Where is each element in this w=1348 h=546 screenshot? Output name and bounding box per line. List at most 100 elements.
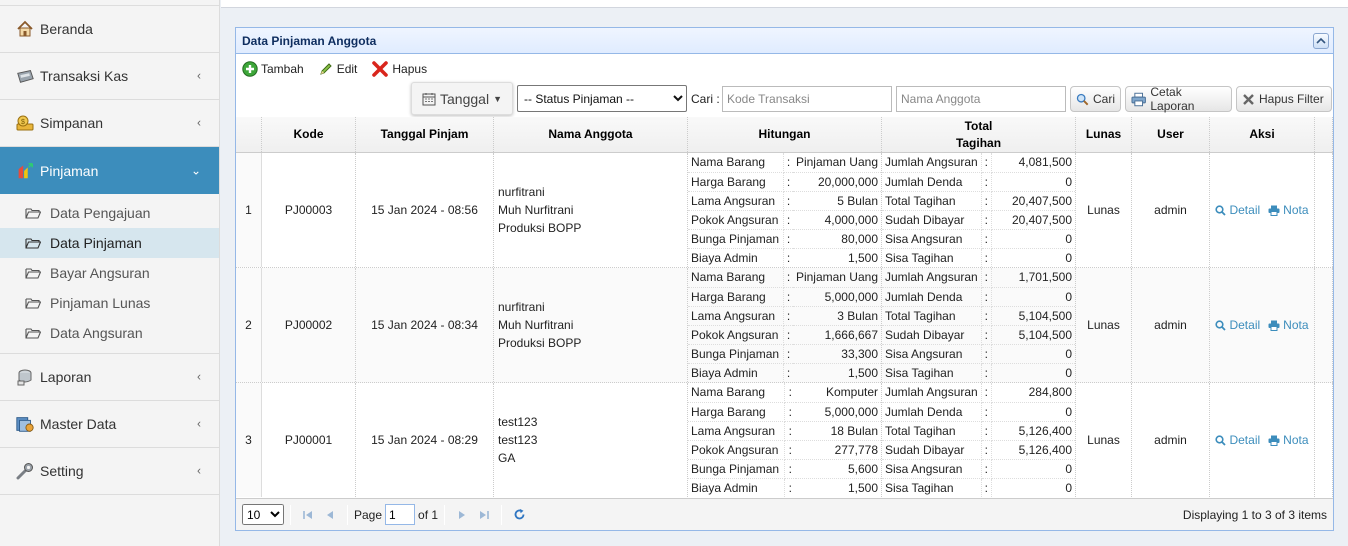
- clear-x-icon: [1243, 93, 1254, 105]
- cetak-laporan-button[interactable]: Cetak Laporan: [1125, 85, 1232, 113]
- subtable-separator: :: [783, 172, 793, 192]
- lunas-cell: Lunas: [1076, 268, 1132, 382]
- sidebar-item-beranda[interactable]: Beranda: [0, 6, 219, 53]
- next-page-icon[interactable]: [451, 504, 473, 526]
- status-pinjaman-select[interactable]: -- Status Pinjaman --: [517, 85, 687, 112]
- chevron-left-icon: ‹: [197, 369, 201, 384]
- subtable-value: 5,126,400: [991, 421, 1075, 441]
- prev-page-icon[interactable]: [319, 504, 341, 526]
- subtable-label: Jumlah Denda: [882, 287, 982, 307]
- last-page-icon[interactable]: [473, 504, 495, 526]
- header-tanggal-pinjam[interactable]: Tanggal Pinjam: [356, 117, 494, 152]
- submenu-item-pinjaman-lunas[interactable]: Pinjaman Lunas: [0, 288, 219, 318]
- tanggal-cell: 15 Jan 2024 - 08:29: [356, 383, 494, 497]
- tagihan-subtable: Jumlah Angsuran:4,081,500 Jumlah Denda:0 T…: [882, 153, 1075, 267]
- header-hitungan[interactable]: Hitungan: [688, 117, 882, 152]
- detail-label: Detail: [1229, 433, 1261, 447]
- tanggal-cell: 15 Jan 2024 - 08:56: [356, 153, 494, 267]
- kode-cell: PJ00002: [262, 268, 356, 382]
- subtable-label: Total Tagihan: [882, 191, 982, 211]
- subtable-label: Biaya Admin: [688, 363, 785, 382]
- hapus-filter-label: Hapus Filter: [1259, 92, 1324, 106]
- submenu-item-data-pinjaman[interactable]: Data Pinjaman: [0, 228, 219, 258]
- subtable-row: Jumlah Denda:0: [882, 172, 1075, 192]
- header-user[interactable]: User: [1132, 117, 1210, 152]
- tagihan-subtable: Jumlah Angsuran:284,800 Jumlah Denda:0 Tot…: [882, 383, 1075, 497]
- submenu-item-label: Data Pinjaman: [50, 235, 142, 251]
- report-icon: [15, 367, 35, 387]
- table-row[interactable]: 2 PJ00002 15 Jan 2024 - 08:34 nurfitrani Muh…: [236, 268, 1333, 383]
- user-cell: admin: [1132, 153, 1210, 267]
- subtable-row: Nama Barang: Komputer: [688, 383, 881, 403]
- sidebar-item-setting[interactable]: Setting ‹: [0, 448, 219, 495]
- nama-line: test123: [498, 433, 538, 447]
- subtable-label: Sudah Dibayar: [882, 440, 982, 460]
- subtable-value: 0: [991, 172, 1075, 192]
- nota-link[interactable]: Nota: [1268, 318, 1309, 332]
- subtable-value: 1,500: [847, 480, 878, 495]
- detail-link[interactable]: Detail: [1215, 433, 1260, 447]
- submenu-item-bayar-angsuran[interactable]: Bayar Angsuran: [0, 258, 219, 288]
- subtable-separator: :: [981, 229, 992, 249]
- nama-line: Muh Nurfitrani: [498, 203, 574, 217]
- subtable-value: 18 Bulan: [796, 421, 881, 441]
- header-nama-anggota[interactable]: Nama Anggota: [494, 117, 688, 152]
- content-header-strip: [221, 0, 1348, 8]
- cari-button[interactable]: Cari: [1070, 86, 1121, 112]
- detail-label: Detail: [1229, 203, 1261, 217]
- submenu-item-data-pengajuan[interactable]: Data Pengajuan: [0, 198, 219, 228]
- hapus-button[interactable]: Hapus: [371, 60, 427, 78]
- pinjaman-table: Kode Tanggal Pinjam Nama Anggota Hitunga…: [236, 117, 1333, 497]
- tambah-button[interactable]: Tambah: [242, 61, 304, 77]
- header-spacer: [1315, 117, 1333, 152]
- folder-open-icon: [25, 328, 41, 339]
- search-icon: [1215, 204, 1227, 216]
- subtable-label: Sudah Dibayar: [882, 325, 982, 345]
- subtable-separator: :: [783, 191, 793, 211]
- detail-link[interactable]: Detail: [1215, 203, 1260, 217]
- header-total-tagihan[interactable]: Total Tagihan: [882, 117, 1076, 152]
- table-body: 1 PJ00003 15 Jan 2024 - 08:56 nurfitrani Muh…: [236, 153, 1333, 497]
- header-lunas[interactable]: Lunas: [1076, 117, 1132, 152]
- submenu-item-label: Pinjaman Lunas: [50, 295, 151, 311]
- nama-anggota-input[interactable]: [896, 86, 1066, 112]
- row-number: 1: [236, 153, 262, 267]
- kode-transaksi-input[interactable]: [722, 86, 892, 112]
- subtable-value: 4,000,000: [792, 210, 881, 230]
- first-page-icon[interactable]: [297, 504, 319, 526]
- subtable-value: 0: [1065, 365, 1072, 380]
- detail-link[interactable]: Detail: [1215, 318, 1260, 332]
- data-pinjaman-panel: Data Pinjaman Anggota Tambah Edit Hapus …: [235, 27, 1334, 531]
- refresh-icon[interactable]: [508, 504, 530, 526]
- hapus-filter-button[interactable]: Hapus Filter: [1236, 86, 1332, 112]
- header-kode[interactable]: Kode: [262, 117, 356, 152]
- subtable-value: Pinjaman Uang: [792, 153, 881, 173]
- subtable-label: Pokok Angsuran: [688, 325, 785, 345]
- sidebar-item-master-data[interactable]: Master Data ‹: [0, 401, 219, 448]
- subtable-label: Pokok Angsuran: [688, 210, 785, 230]
- nota-link[interactable]: Nota: [1268, 433, 1309, 447]
- sidebar-item-transaksi-kas[interactable]: Transaksi Kas ‹: [0, 53, 219, 100]
- sidebar-item-laporan[interactable]: Laporan ‹: [0, 354, 219, 401]
- subtable-separator: :: [981, 383, 992, 403]
- tanggal-filter-button[interactable]: Tanggal ▼: [411, 82, 513, 115]
- subtable-separator: :: [783, 153, 793, 173]
- table-row[interactable]: 3 PJ00001 15 Jan 2024 - 08:29 test123 test12…: [236, 383, 1333, 497]
- page-number-input[interactable]: [385, 504, 416, 525]
- home-icon: [15, 19, 35, 39]
- submenu-item-label: Bayar Angsuran: [50, 265, 150, 281]
- folder-open-icon: [25, 298, 41, 309]
- subtable-label: Bunga Pinjaman: [688, 459, 785, 479]
- collapse-icon[interactable]: [1313, 33, 1329, 49]
- submenu-item-data-angsuran[interactable]: Data Angsuran: [0, 318, 219, 348]
- aksi-cell: Detail Nota: [1210, 383, 1315, 497]
- table-row[interactable]: 1 PJ00003 15 Jan 2024 - 08:56 nurfitrani Muh…: [236, 153, 1333, 268]
- edit-button[interactable]: Edit: [318, 61, 357, 77]
- sidebar-item-pinjaman[interactable]: Pinjaman ⌄: [0, 147, 219, 194]
- page-size-select[interactable]: 10: [242, 504, 284, 525]
- nota-link[interactable]: Nota: [1268, 203, 1309, 217]
- printer-icon: [1268, 205, 1280, 216]
- subtable-row: Sisa Tagihan: 0: [882, 363, 1075, 382]
- sidebar-item-simpanan[interactable]: $ Simpanan ‹: [0, 100, 219, 147]
- lunas-cell: Lunas: [1076, 153, 1132, 267]
